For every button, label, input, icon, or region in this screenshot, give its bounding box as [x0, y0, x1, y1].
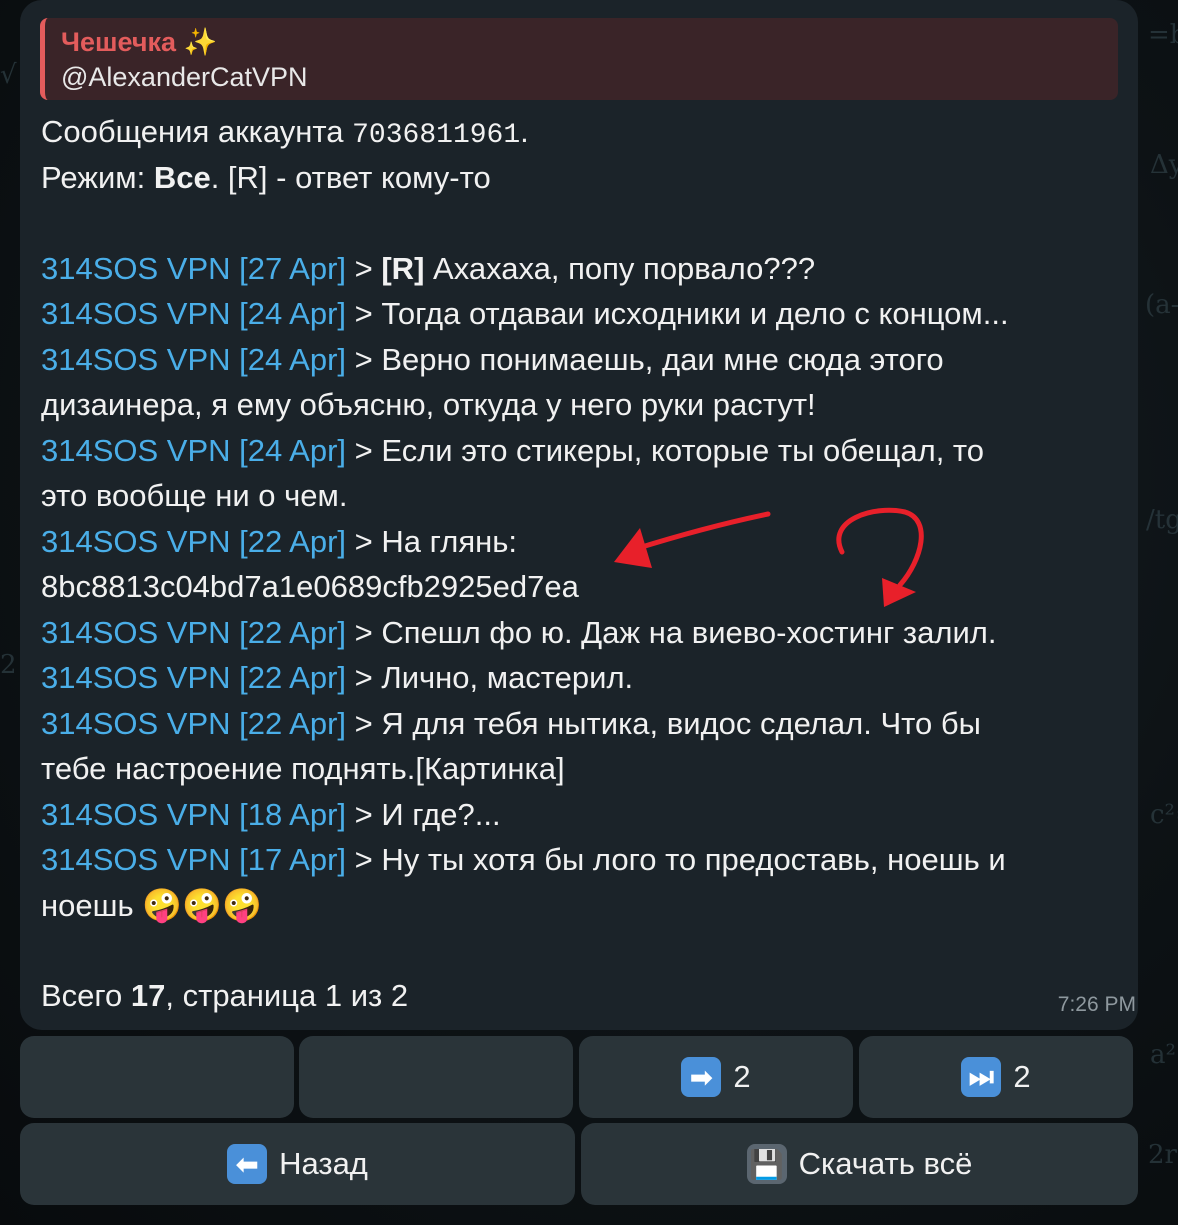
back-button-label: Назад	[279, 1146, 368, 1181]
next-page-button[interactable]: ➡ 2	[579, 1036, 853, 1118]
next-page-label: 2	[733, 1059, 751, 1094]
skip-forward-icon: ⏭	[961, 1057, 1002, 1097]
annotation-curved-arrow	[836, 507, 924, 588]
back-button[interactable]: ⬅ Назад	[20, 1123, 575, 1205]
floppy-disk-icon: 💾	[746, 1144, 787, 1184]
last-page-button[interactable]: ⏭ 2	[859, 1036, 1133, 1118]
last-page-label: 2	[1013, 1059, 1031, 1094]
download-all-button[interactable]: 💾 Скачать всё	[581, 1123, 1138, 1205]
inline-button-empty-2[interactable]	[299, 1036, 573, 1118]
download-all-label: Скачать всё	[798, 1146, 973, 1181]
inline-button-empty-1[interactable]	[20, 1036, 294, 1118]
right-arrow-icon: ➡	[681, 1057, 722, 1097]
left-arrow-icon: ⬅	[227, 1144, 268, 1184]
annotation-arrow-line	[629, 511, 771, 553]
